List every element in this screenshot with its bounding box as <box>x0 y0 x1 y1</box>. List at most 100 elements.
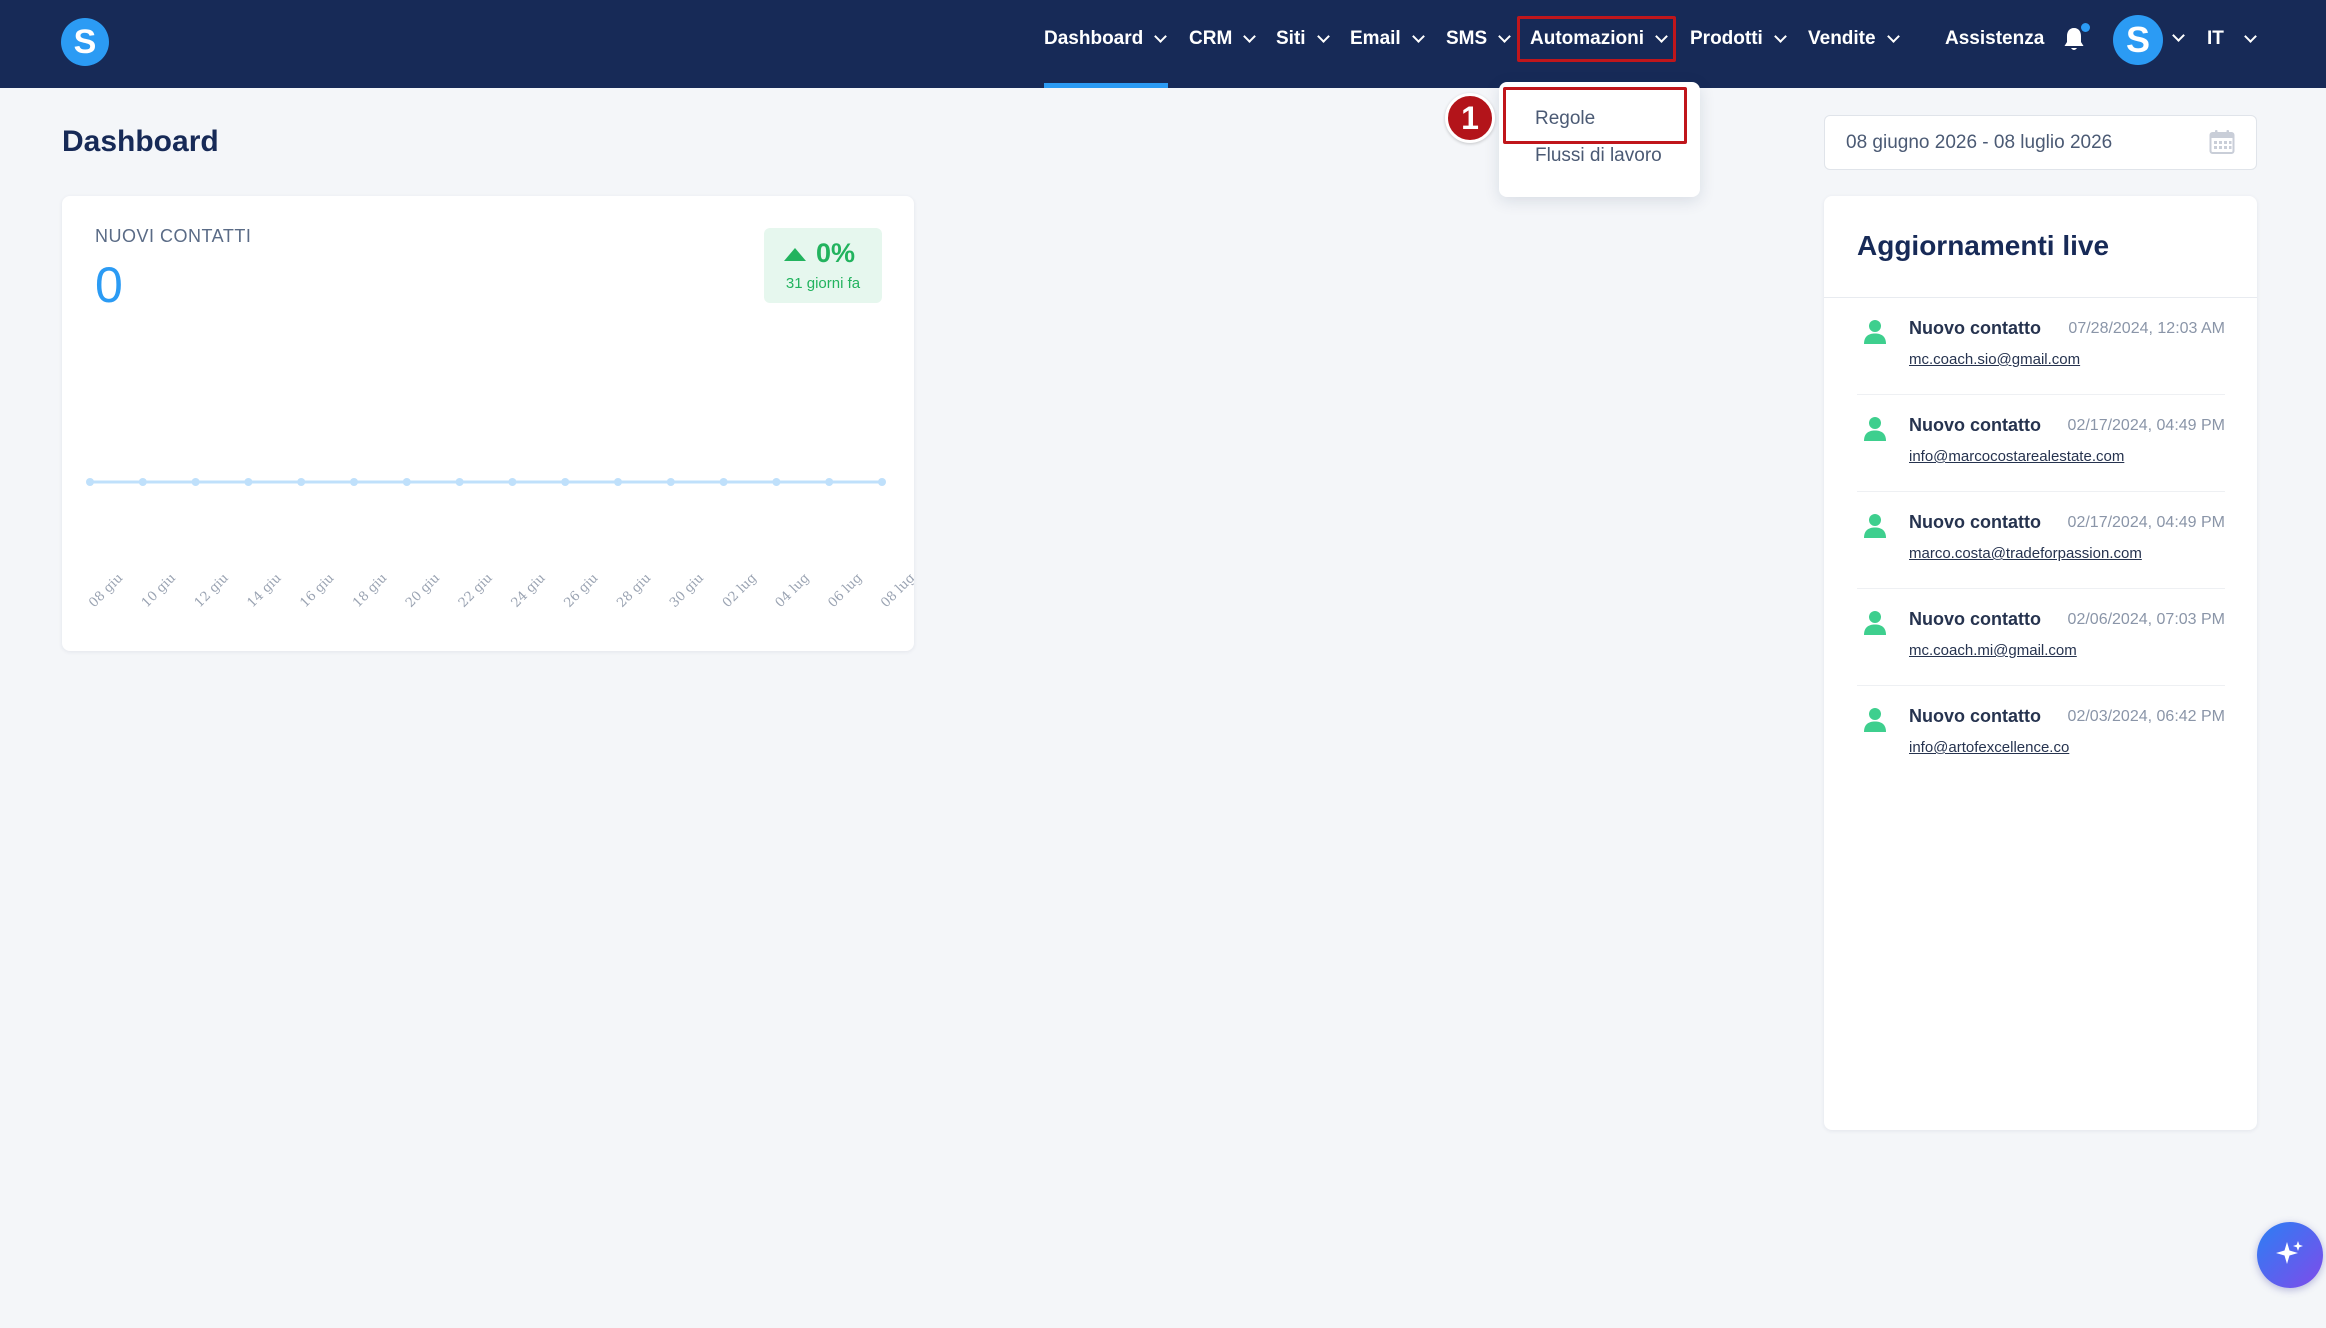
calendar-icon <box>2209 130 2235 154</box>
live-item-email-link[interactable]: info@artofexcellence.co <box>1909 739 2069 756</box>
x-tick-label: 06 lug <box>825 571 865 611</box>
person-icon <box>1864 611 1886 635</box>
new-contacts-chart: 08 giu 10 giu 12 giu 14 giu 16 giu 18 giu 20 g… <box>86 478 914 611</box>
x-tick-label: 26 giu <box>561 571 601 611</box>
chevron-down-icon <box>2244 30 2257 43</box>
live-item-email-link[interactable]: mc.coach.sio@gmail.com <box>1909 351 2080 368</box>
live-update-item: Nuovo contatto 02/06/2024, 07:03 PM mc.coa… <box>1857 589 2225 686</box>
x-tick-label: 22 giu <box>456 571 496 611</box>
nav-item-label: SMS <box>1446 28 1488 49</box>
data-point <box>561 478 570 486</box>
dropdown-item-flussi-di-lavoro[interactable]: Flussi di lavoro <box>1535 145 1662 167</box>
person-icon <box>1864 708 1886 732</box>
date-range-value: 08 giugno 2026 - 08 luglio 2026 <box>1846 132 2113 153</box>
data-point <box>825 478 834 486</box>
logo-letter: S <box>73 22 97 61</box>
x-tick-label: 18 giu <box>350 571 390 611</box>
live-item-email-link[interactable]: marco.costa@tradeforpassion.com <box>1909 545 2142 562</box>
live-item-title: Nuovo contatto <box>1909 415 2041 435</box>
live-updates-panel: Aggiornamenti live Nuovo contatto 07/28/2… <box>1824 196 2257 1130</box>
live-updates-title: Aggiornamenti live <box>1857 230 2110 261</box>
nav-item-crm[interactable]: CRM <box>1189 25 1257 53</box>
live-item-title: Nuovo contatto <box>1909 609 2041 629</box>
live-item-time: 02/06/2024, 07:03 PM <box>2067 611 2225 628</box>
live-item-title: Nuovo contatto <box>1909 706 2041 726</box>
live-update-item: Nuovo contatto 02/03/2024, 06:42 PM info@a… <box>1857 686 2225 783</box>
chevron-down-icon <box>1154 30 1168 43</box>
x-tick-label: 08 giu <box>86 571 126 611</box>
nav-item-email[interactable]: Email <box>1350 25 1425 53</box>
live-item-title: Nuovo contatto <box>1909 318 2041 338</box>
x-tick-label: 16 giu <box>297 571 337 611</box>
nav-item-siti[interactable]: Siti <box>1276 25 1330 53</box>
data-point <box>508 478 517 486</box>
date-range-picker[interactable]: 08 giugno 2026 - 08 luglio 2026 <box>1824 115 2257 170</box>
live-update-item: Nuovo contatto 02/17/2024, 04:49 PM info@m… <box>1857 395 2225 492</box>
x-tick-label: 10 giu <box>139 571 179 611</box>
chevron-down-icon <box>1498 30 1512 43</box>
x-tick-label: 08 lug <box>878 571 914 611</box>
nav-item-label: Email <box>1350 28 1401 49</box>
data-point <box>191 478 200 486</box>
page-title: Dashboard <box>62 125 219 158</box>
nav-item-assistenza[interactable]: Assistenza <box>1945 25 2044 53</box>
notification-dot <box>2081 23 2090 32</box>
nav-item-label: Assistenza <box>1945 28 2045 49</box>
data-point <box>666 478 675 486</box>
nav-item-prodotti[interactable]: Prodotti <box>1690 25 1787 53</box>
x-tick-label: 12 giu <box>192 571 232 611</box>
live-item-time: 02/17/2024, 04:49 PM <box>2067 514 2225 531</box>
data-point <box>138 478 147 486</box>
x-tick-label: 04 lug <box>773 571 813 611</box>
data-point <box>350 478 358 486</box>
language-label: IT <box>2207 28 2224 49</box>
data-point <box>297 478 306 486</box>
avatar[interactable]: S <box>2113 15 2163 65</box>
data-point <box>244 478 253 486</box>
active-nav-indicator <box>1044 83 1168 88</box>
nav-item-label: Siti <box>1276 28 1306 49</box>
avatar-letter: S <box>2125 19 2150 60</box>
chevron-down-icon <box>1411 30 1425 43</box>
x-tick-label: 24 giu <box>509 571 549 611</box>
live-item-time: 02/03/2024, 06:42 PM <box>2067 708 2225 725</box>
chevron-down-icon <box>1316 30 1330 43</box>
person-icon <box>1864 320 1886 344</box>
x-tick-label: 20 giu <box>403 571 443 611</box>
person-icon <box>1864 514 1886 538</box>
data-point <box>402 478 411 486</box>
logo-icon[interactable]: S <box>61 18 109 66</box>
nav-item-dashboard[interactable]: Dashboard <box>1044 25 1168 53</box>
live-item-time: 02/17/2024, 04:49 PM <box>2067 417 2225 434</box>
data-point <box>614 478 622 486</box>
new-contacts-card: NUOVI CONTATTI 0 0% 31 giorni fa 08 giu 1… <box>62 196 914 651</box>
live-update-item: Nuovo contatto 02/17/2024, 04:49 PM marco.… <box>1857 492 2225 589</box>
nav-item-vendite[interactable]: Vendite <box>1808 25 1900 53</box>
ai-assistant-button[interactable] <box>2257 1222 2323 1288</box>
live-update-item: Nuovo contatto 07/28/2024, 12:03 AM mc.coa… <box>1857 298 2225 395</box>
person-icon <box>1864 417 1886 441</box>
chevron-down-icon <box>1773 30 1787 43</box>
data-point <box>719 478 728 486</box>
step-number: 1 <box>1461 99 1479 136</box>
nav-item-label: Vendite <box>1808 28 1876 49</box>
x-tick-label: 02 lug <box>720 571 760 611</box>
language-selector[interactable]: IT <box>2207 25 2257 53</box>
top-navbar: S Dashboard CRM Siti Email SMS Automazio… <box>0 0 2326 88</box>
live-item-title: Nuovo contatto <box>1909 512 2041 532</box>
nav-item-sms[interactable]: SMS <box>1446 25 1512 53</box>
automazioni-highlight-box <box>1517 16 1676 62</box>
sparkle-icon <box>2276 1241 2303 1264</box>
live-item-email-link[interactable]: info@marcocostarealestate.com <box>1909 448 2124 465</box>
live-item-email-link[interactable]: mc.coach.mi@gmail.com <box>1909 642 2077 659</box>
avatar-chevron-down-icon[interactable] <box>2172 29 2185 42</box>
x-tick-label: 28 giu <box>614 571 654 611</box>
chevron-down-icon <box>1886 30 1900 43</box>
data-point <box>86 478 94 486</box>
step-badge: 1 <box>1445 93 1495 143</box>
data-point <box>878 478 886 486</box>
chevron-down-icon <box>1243 30 1257 43</box>
x-tick-label: 30 giu <box>667 571 707 611</box>
nav-item-label: Prodotti <box>1690 28 1763 49</box>
regole-highlight-box <box>1503 87 1687 144</box>
